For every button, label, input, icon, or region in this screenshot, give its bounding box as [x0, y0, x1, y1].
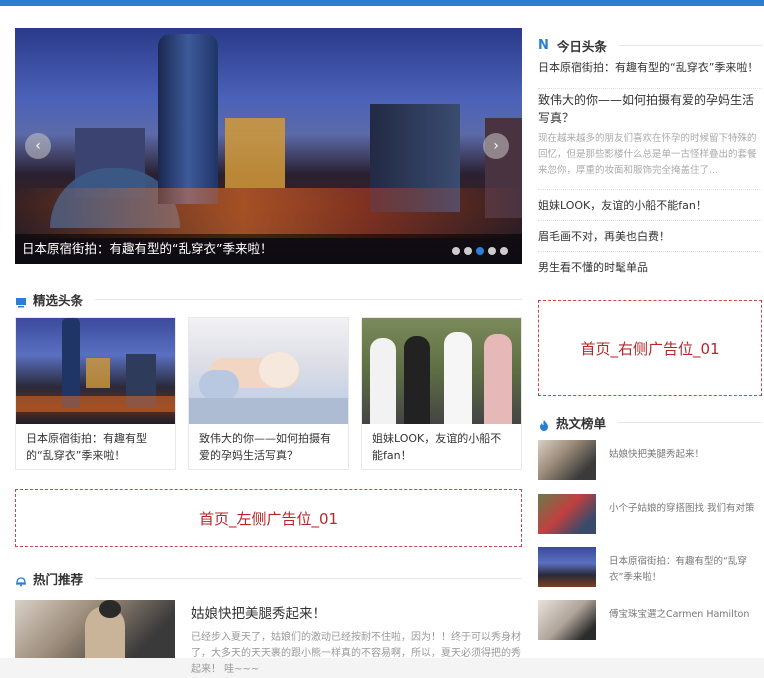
- featured-card-text[interactable]: 姐妹LOOK，友谊的小船不能fan！: [362, 424, 521, 464]
- monitor-icon: [15, 293, 27, 308]
- featured-card-text[interactable]: 致伟大的你——如何拍摄有爱的孕妈生活写真？: [189, 424, 348, 464]
- hot-recommend-header: 热门推荐: [15, 568, 522, 588]
- slider-dot[interactable]: [464, 247, 472, 255]
- hot-recommend-item-title[interactable]: 姑娘快把美腿秀起来！: [191, 602, 326, 622]
- slider-prev-button[interactable]: ‹: [25, 133, 51, 159]
- hot-recommend-thumb[interactable]: [15, 600, 175, 658]
- slider-caption[interactable]: 日本原宿街拍：有趣有型的“乱穿衣”季来啦！: [15, 234, 522, 264]
- hot-rank-item[interactable]: 傅宝珠宝選之Carmen Hamilton: [538, 600, 762, 640]
- today-item[interactable]: 男生看不懂的时髦单品: [538, 252, 762, 283]
- hot-rank-thumb[interactable]: [538, 600, 596, 640]
- divider: [95, 577, 522, 579]
- hot-rank-text[interactable]: 小个子姑娘的穿搭图找 我们有对策: [609, 501, 759, 517]
- featured-thumb[interactable]: [16, 318, 175, 424]
- featured-card[interactable]: 姐妹LOOK，友谊的小船不能fan！: [361, 317, 522, 470]
- left-ad-slot[interactable]: 首页_左侧广告位_01: [15, 489, 522, 547]
- slider-dot[interactable]: [476, 247, 484, 255]
- today-header: N 今日头条: [538, 35, 762, 55]
- hot-rank-thumb[interactable]: [538, 547, 596, 587]
- hot-rank-item[interactable]: 日本原宿街拍：有趣有型的“乱穿衣”季来啦！: [538, 547, 762, 587]
- hot-rank-text[interactable]: 日本原宿街拍：有趣有型的“乱穿衣”季来啦！: [609, 554, 759, 586]
- flame-icon: [538, 416, 550, 431]
- slider-dot[interactable]: [452, 247, 460, 255]
- slider-dots: [452, 247, 508, 255]
- slider-city-lights: [15, 188, 522, 238]
- right-ad-slot[interactable]: 首页_右侧广告位_01: [538, 300, 762, 396]
- hero-slider[interactable]: ‹ › 日本原宿街拍：有趣有型的“乱穿衣”季来啦！: [15, 28, 522, 264]
- featured-thumb[interactable]: [362, 318, 521, 424]
- featured-header: 精选头条: [15, 289, 522, 309]
- divider: [95, 298, 522, 300]
- featured-thumb[interactable]: [189, 318, 348, 424]
- news-icon: N: [538, 37, 549, 53]
- hot-recommend-item-desc: 已经步入夏天了，姑娘们的激动已经按耐不住啦，因为！！终于可以秀身材了，大多天的天…: [191, 632, 521, 675]
- featured-card[interactable]: 致伟大的你——如何拍摄有爱的孕妈生活写真？: [188, 317, 349, 470]
- slider-building: [225, 118, 285, 188]
- slider-dot[interactable]: [500, 247, 508, 255]
- today-item[interactable]: 眉毛画不对，再美也白费！: [538, 221, 762, 252]
- featured-card-text[interactable]: 日本原宿街拍：有趣有型的“乱穿衣”季来啦！: [16, 424, 175, 464]
- today-item[interactable]: 日本原宿街拍：有趣有型的“乱穿衣”季来啦！: [538, 56, 762, 89]
- hot-rank-thumb[interactable]: [538, 440, 596, 480]
- today-title: 今日头条: [556, 38, 607, 54]
- today-list: 日本原宿街拍：有趣有型的“乱穿衣”季来啦！ 致伟大的你——如何拍摄有爱的孕妈生活…: [538, 56, 762, 283]
- today-item[interactable]: 姐妹LOOK，友谊的小船不能fan！: [538, 190, 762, 221]
- hot-rank-item[interactable]: 小个子姑娘的穿搭图找 我们有对策: [538, 494, 762, 534]
- hot-rank-text[interactable]: 傅宝珠宝選之Carmen Hamilton: [609, 607, 759, 623]
- bell-icon: [15, 572, 27, 587]
- hot-rank-item[interactable]: 姑娘快把美腿秀起来！: [538, 440, 762, 480]
- slider-next-button[interactable]: ›: [483, 133, 509, 159]
- hot-recommend-title: 热门推荐: [33, 571, 84, 587]
- slider-dot[interactable]: [488, 247, 496, 255]
- hot-rank-thumb[interactable]: [538, 494, 596, 534]
- divider: [618, 44, 762, 46]
- hot-rank-title: 热文榜单: [556, 415, 607, 431]
- divider: [618, 421, 762, 423]
- hot-rank-text[interactable]: 姑娘快把美腿秀起来！: [609, 447, 759, 463]
- today-feature-title[interactable]: 致伟大的你——如何拍摄有爱的孕妈生活写真？: [538, 91, 762, 127]
- slider-tower: [158, 34, 218, 204]
- featured-title: 精选头条: [33, 292, 84, 308]
- featured-card[interactable]: 日本原宿街拍：有趣有型的“乱穿衣”季来啦！: [15, 317, 176, 470]
- hot-rank-header: 热文榜单: [538, 412, 762, 432]
- today-feature-desc: 现在越来越多的朋友们喜欢在怀孕的时候留下特殊的回忆，但是那些影楼什么总是单一古怪…: [538, 131, 762, 190]
